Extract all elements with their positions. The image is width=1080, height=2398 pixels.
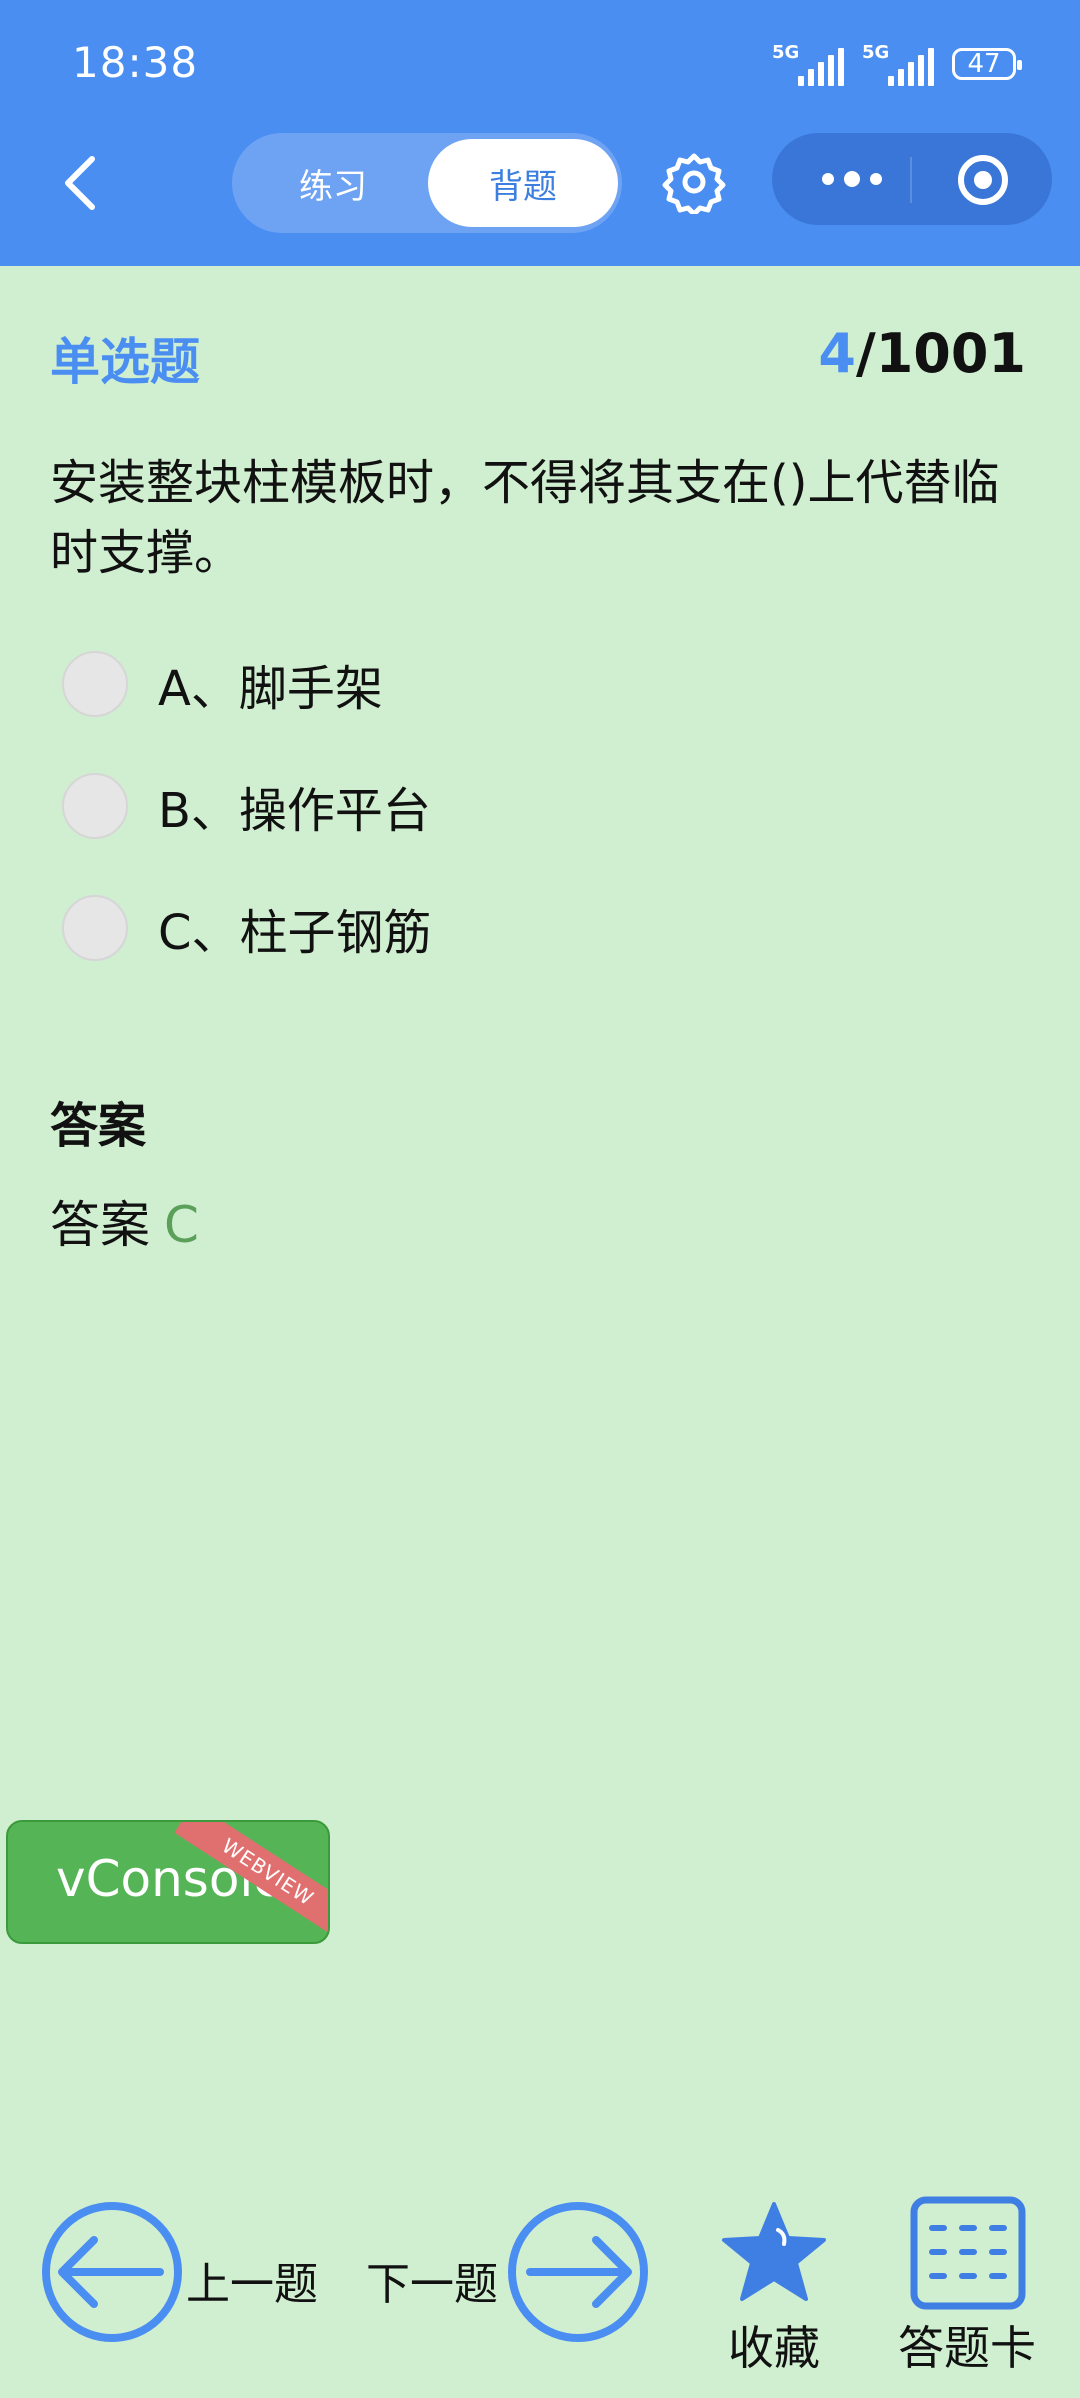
- more-dots-icon: [822, 173, 834, 185]
- answer-line: 答案 C: [50, 1185, 199, 1257]
- radio-icon[interactable]: [62, 895, 128, 961]
- back-arrow-icon: [65, 156, 95, 210]
- option-label: B、操作平台: [158, 783, 431, 839]
- answer-card-button[interactable]: [910, 2196, 1026, 2310]
- prev-question-label[interactable]: 上一题: [186, 2248, 318, 2312]
- answer-card-label[interactable]: 答题卡: [898, 2312, 1036, 2378]
- option-a[interactable]: A、脚手架: [62, 644, 383, 724]
- answer-card-icon: [910, 2196, 1026, 2310]
- signal-icon: 5G: [772, 42, 844, 86]
- star-icon: [722, 2202, 826, 2301]
- target-circle-icon: [974, 171, 992, 189]
- prev-question-button[interactable]: [40, 2200, 184, 2344]
- miniprogram-capsule: [772, 133, 1052, 225]
- radio-icon[interactable]: [62, 773, 128, 839]
- status-time: 18:38: [72, 38, 199, 87]
- favorite-label[interactable]: 收藏: [728, 2312, 820, 2378]
- top-bar: 18:38 5G 5G 47 练习 背题: [0, 0, 1080, 266]
- status-icons: 5G 5G 47: [772, 42, 1022, 86]
- more-button[interactable]: [812, 159, 892, 199]
- back-button[interactable]: [50, 148, 110, 218]
- tab-recite[interactable]: 背题: [428, 139, 618, 227]
- radio-icon[interactable]: [62, 651, 128, 717]
- option-b[interactable]: B、操作平台: [62, 766, 431, 846]
- total-questions: /1001: [855, 322, 1026, 385]
- option-c[interactable]: C、柱子钢筋: [62, 888, 432, 968]
- answer-value: C: [164, 1196, 199, 1254]
- option-label: C、柱子钢筋: [158, 905, 432, 961]
- current-question-number: 4: [818, 322, 856, 385]
- mode-switch: 练习 背题: [232, 133, 622, 233]
- signal-label: 5G: [772, 42, 800, 63]
- arrow-right-circle-icon: [508, 2202, 648, 2342]
- answer-prefix: 答案: [50, 1196, 150, 1254]
- signal-icon: 5G: [862, 42, 934, 86]
- close-miniprogram-button[interactable]: [958, 155, 1008, 205]
- battery-icon: 47: [952, 48, 1022, 80]
- question-type: 单选题: [50, 333, 200, 391]
- tab-practice[interactable]: 练习: [238, 139, 428, 227]
- answer-heading: 答案: [50, 1098, 147, 1154]
- vconsole-button[interactable]: vConsole WEBVIEW: [6, 1820, 330, 1944]
- signal-label: 5G: [862, 42, 890, 63]
- option-label: A、脚手架: [158, 661, 383, 717]
- settings-gear-icon: [662, 153, 726, 217]
- settings-button[interactable]: [662, 150, 726, 217]
- arrow-left-circle-icon: [42, 2202, 182, 2342]
- favorite-button[interactable]: [720, 2200, 828, 2304]
- next-question-label[interactable]: 下一题: [366, 2248, 498, 2312]
- question-counter: 4/1001: [818, 322, 1026, 385]
- question-text: 安装整块柱模板时，不得将其支在()上代替临时支撑。: [50, 455, 1000, 581]
- next-question-button[interactable]: [506, 2200, 650, 2344]
